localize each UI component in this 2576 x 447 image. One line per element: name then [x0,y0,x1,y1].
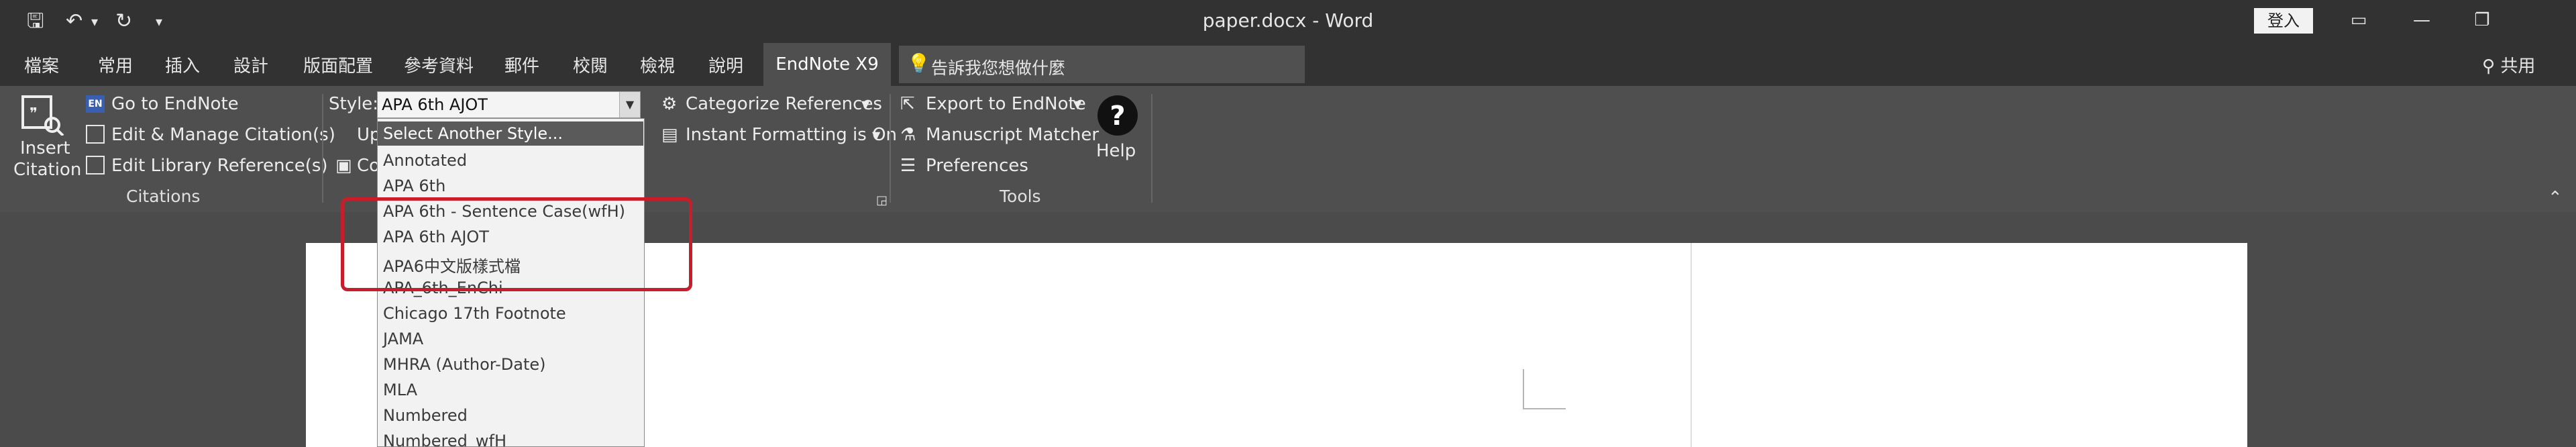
chevron-down-icon[interactable]: ▼ [872,129,880,142]
insert-citation-icon: ❞ [21,95,64,136]
chevron-down-icon[interactable]: ▼ [1073,98,1081,111]
dialog-launcher-icon[interactable]: ◲ [876,193,888,207]
help-label: Help [1096,141,1136,161]
edit-citation-icon [86,125,105,144]
preferences-icon: ☰ [900,156,916,176]
insert-citation-button[interactable]: ❞ Insert Citation [13,91,82,185]
group-divider [322,94,323,203]
categorize-icon: ⚙ [661,94,678,114]
person-add-icon: ⚲ [2482,56,2501,77]
edit-library-reference-button[interactable]: Edit Library Reference(s) [111,156,328,176]
lightbulb-icon: 💡 [907,52,930,74]
group-divider [890,94,891,203]
manuscript-matcher-button[interactable]: Manuscript Matcher [926,125,1099,145]
window-title: paper.docx - Word [1202,9,1374,32]
convert-citations-button-partial[interactable]: Co [357,156,380,176]
tab-insert[interactable]: 插入 [165,52,200,77]
chevron-down-icon[interactable]: ▼ [861,98,869,111]
style-combobox[interactable]: APA 6th AJOT ▼ [377,91,641,118]
style-option-select-another[interactable]: Select Another Style... [378,121,643,146]
ribbon-display-options-icon[interactable]: ▭ [2339,7,2379,34]
go-to-endnote-button[interactable]: Go to EndNote [111,94,239,114]
tab-layout[interactable]: 版面配置 [303,52,373,77]
style-option[interactable]: MLA [383,381,417,399]
share-label: 共用 [2500,56,2536,77]
tell-me-search[interactable]: 💡 告訴我您想做什麼 [899,46,1305,83]
decorative-artwork [0,427,127,447]
collapse-ribbon-icon[interactable]: ⌃ [2548,188,2563,208]
highlight-annotation-box [341,197,692,291]
edit-library-icon [86,156,105,175]
tell-me-placeholder: 告訴我您想做什麼 [931,58,1066,78]
categorize-references-button[interactable]: Categorize References [686,94,882,114]
convert-citations-icon[interactable]: ▣ [335,156,352,176]
margin-corner-marker [1523,369,1566,409]
sign-in-button[interactable]: 登入 [2254,8,2313,34]
tab-help[interactable]: 說明 [708,52,743,77]
tab-view[interactable]: 檢視 [640,52,675,77]
insert-citation-label-1: Insert [20,138,70,158]
style-option[interactable]: MHRA (Author-Date) [383,355,546,374]
citations-group-label: Citations [126,187,201,206]
tab-review[interactable]: 校閱 [573,52,608,77]
tab-file[interactable]: 檔案 [24,52,59,77]
style-option[interactable]: APA 6th [383,177,445,195]
tools-group-label: Tools [1000,187,1041,206]
instant-formatting-icon: ▤ [661,125,678,145]
style-option[interactable]: JAMA [383,330,423,348]
export-icon: ⇱ [900,94,915,114]
chevron-down-icon[interactable]: ▼ [619,92,640,117]
manuscript-matcher-icon: ⚗ [900,125,916,145]
style-option[interactable]: Annotated [383,151,467,170]
style-option[interactable]: Numbered [383,406,468,425]
preferences-button[interactable]: Preferences [926,156,1028,176]
style-label: Style: [329,94,379,114]
style-option[interactable]: Chicago 17th Footnote [383,304,566,323]
tab-references[interactable]: 參考資料 [404,52,474,77]
instant-formatting-button[interactable]: Instant Formatting is On [686,125,897,145]
edit-manage-citations-button[interactable]: Edit & Manage Citation(s) [111,125,335,145]
decorative-artwork [2469,0,2576,27]
page-margin-line [1690,243,1692,447]
minimize-button[interactable]: — [2402,7,2442,34]
insert-citation-label-2: Citation [13,160,82,180]
svg-text:❞: ❞ [30,105,38,122]
share-button[interactable]: ⚲ 共用 [2482,52,2535,77]
tab-mailings[interactable]: 郵件 [504,52,539,77]
tab-design[interactable]: 設計 [233,52,268,77]
group-divider [1151,94,1152,203]
endnote-icon: EN [86,95,105,113]
help-button[interactable]: ? Help [1091,93,1144,173]
style-value: APA 6th AJOT [382,95,488,114]
export-to-endnote-button[interactable]: Export to EndNote [926,94,1086,114]
style-option[interactable]: Numbered_wfH [383,432,506,446]
help-icon: ? [1097,95,1138,136]
tab-endnote-x9[interactable]: EndNote X9 [763,43,891,86]
svg-text:?: ? [1110,101,1125,132]
tab-home[interactable]: 常用 [98,52,133,77]
